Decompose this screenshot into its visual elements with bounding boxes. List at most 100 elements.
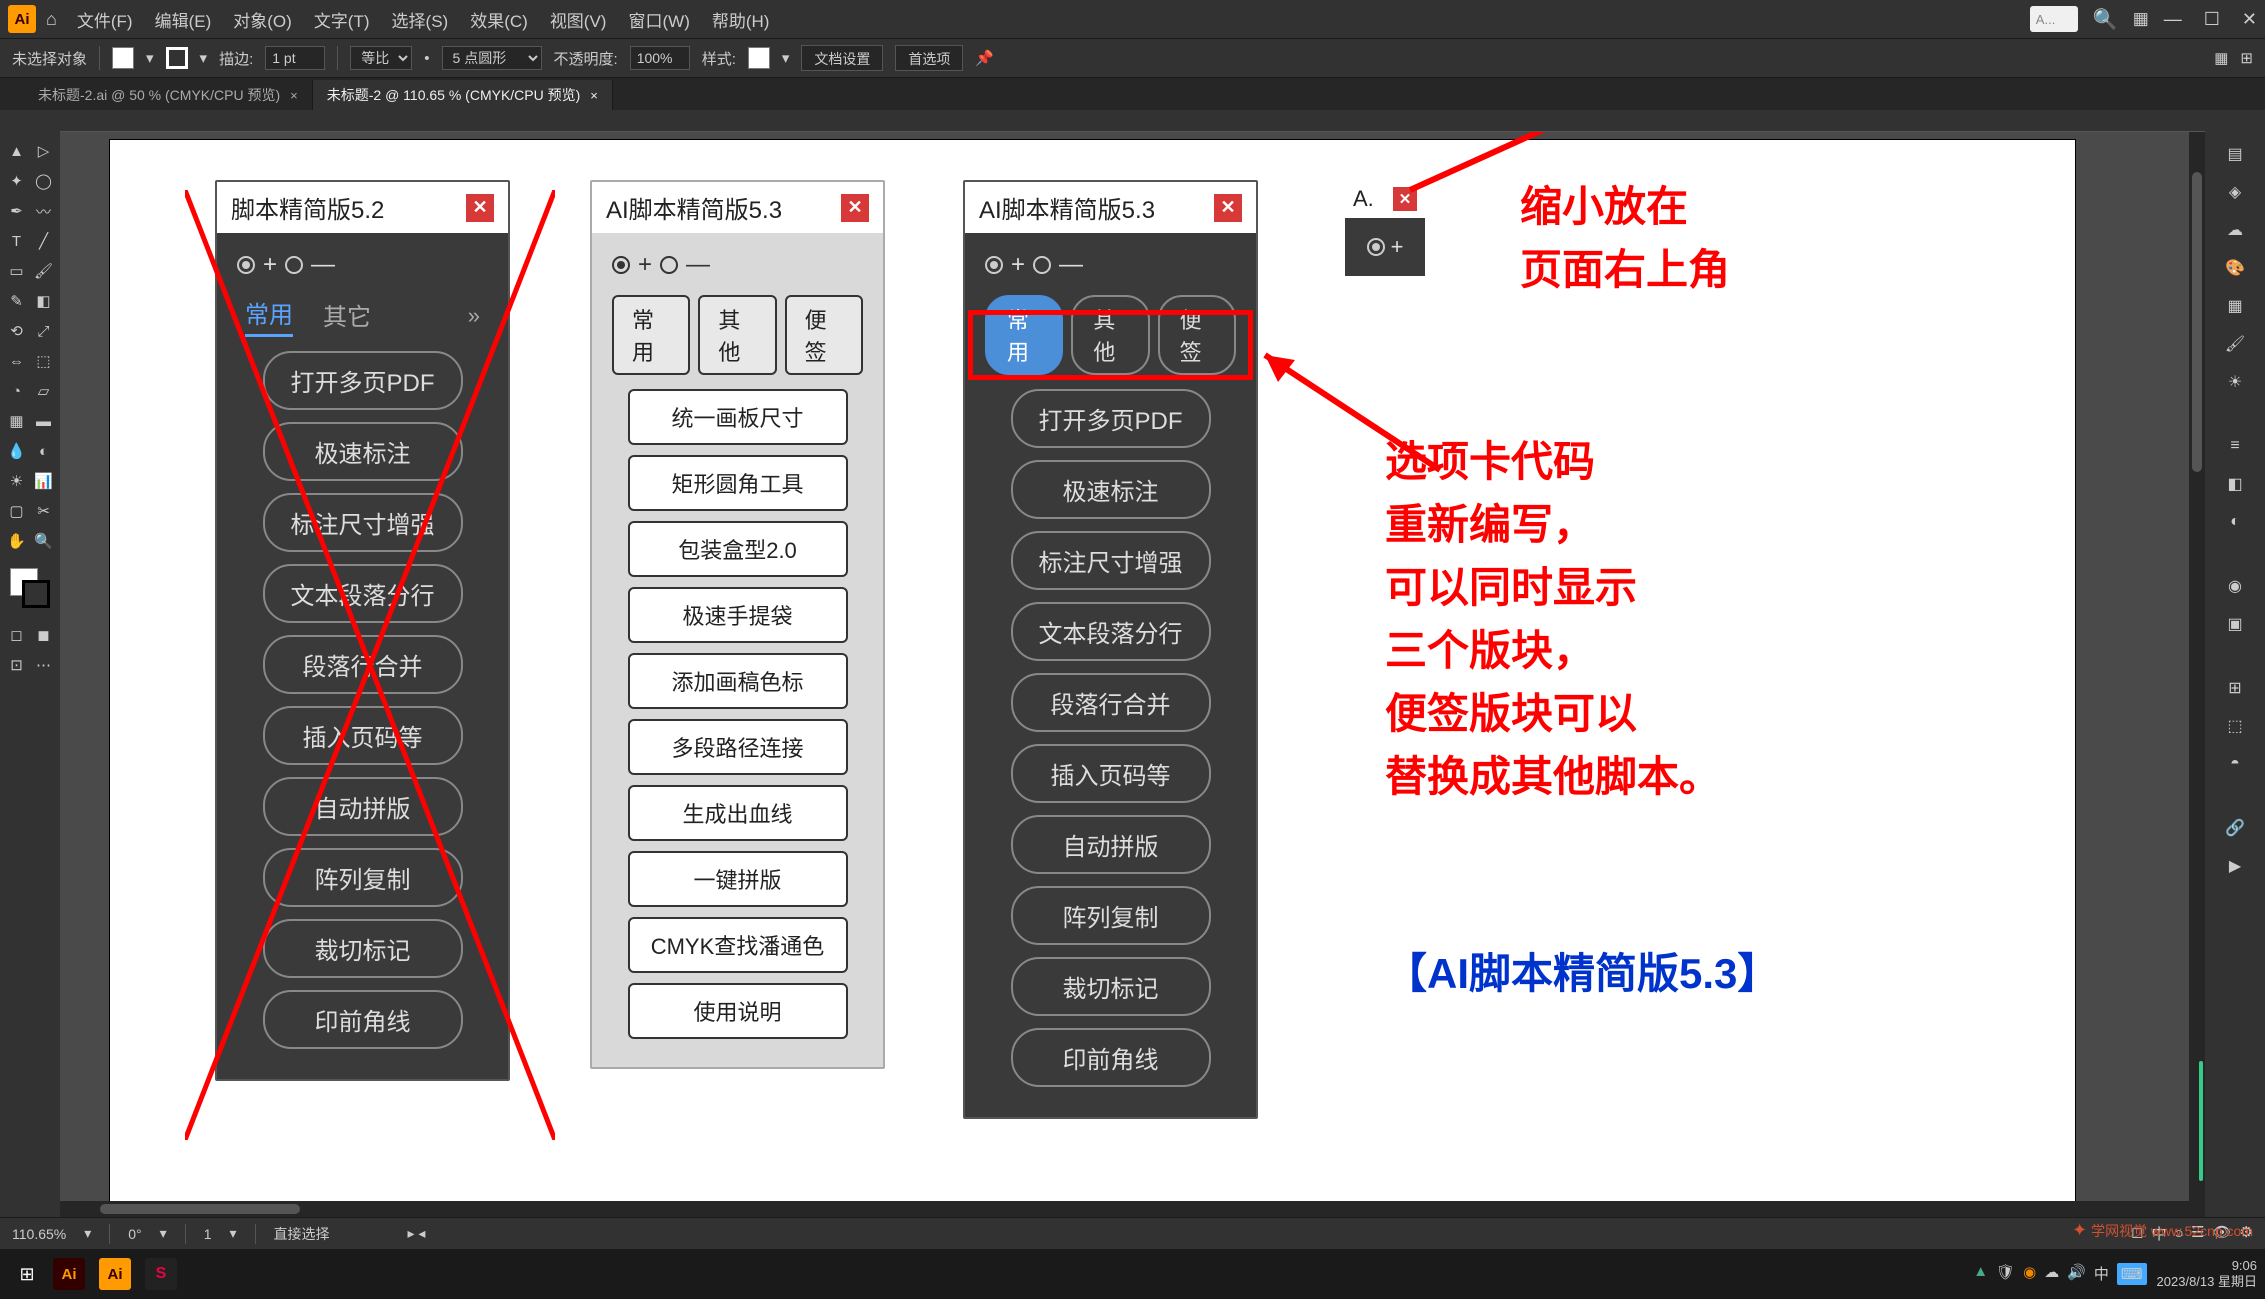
blend-tool[interactable]: ◐ <box>31 438 56 464</box>
shape-builder-tool[interactable]: ◔ <box>4 378 29 404</box>
eyedropper-tool[interactable]: 💧 <box>4 438 29 464</box>
task-app-3[interactable]: S <box>140 1253 182 1295</box>
panel-53d-btn-2[interactable]: 标注尺寸增强 <box>1011 531 1211 590</box>
menu-edit[interactable]: 编辑(E) <box>155 7 212 32</box>
panel-53l-btn-3[interactable]: 极速手提袋 <box>628 587 848 643</box>
layers-panel-icon[interactable]: ◈ <box>2219 176 2251 208</box>
minimize-icon[interactable]: — <box>2164 9 2182 30</box>
panel-53l-btn-6[interactable]: 生成出血线 <box>628 785 848 841</box>
panel-mini-close[interactable]: ✕ <box>1393 187 1417 211</box>
stroke-weight-input[interactable] <box>265 46 325 70</box>
perspective-tool[interactable]: ▱ <box>31 378 56 404</box>
doc-tab-2[interactable]: 未标题-2 @ 110.65 % (CMYK/CPU 预览) × <box>313 80 613 110</box>
tray-keyboard-icon[interactable]: ⌨ <box>2117 1263 2147 1285</box>
symbol-tool[interactable]: ☀ <box>4 468 29 494</box>
symbols-panel-icon[interactable]: ☀ <box>2219 366 2251 398</box>
home-icon[interactable]: ⌂ <box>46 9 57 30</box>
panel-53l-btn-0[interactable]: 统一画板尺寸 <box>628 389 848 445</box>
gradient-tool[interactable]: ▬ <box>31 408 56 434</box>
type-tool[interactable]: T <box>4 228 29 254</box>
arrange-icon[interactable]: ▦ <box>2133 9 2149 29</box>
menu-select[interactable]: 选择(S) <box>392 7 449 32</box>
line-tool[interactable]: ╱ <box>31 228 56 254</box>
mesh-tool[interactable]: ▦ <box>4 408 29 434</box>
tray-net-icon[interactable]: ◉ <box>2023 1263 2036 1285</box>
color-mode-2[interactable]: ◼ <box>31 622 56 648</box>
radio-checked-icon[interactable] <box>237 256 255 274</box>
color-panel-icon[interactable]: 🎨 <box>2219 252 2251 284</box>
radio-checked-icon[interactable] <box>612 256 630 274</box>
color-mode-1[interactable]: ◻ <box>4 622 29 648</box>
panel-53l-btn-2[interactable]: 包装盒型2.0 <box>628 521 848 577</box>
panel-53d-btn-6[interactable]: 自动拼版 <box>1011 815 1211 874</box>
panel-52-btn-8[interactable]: 裁切标记 <box>263 919 463 978</box>
system-tray[interactable]: ▲ 🛡 ◉ ☁ 🔊 中 ⌨ <box>1973 1263 2146 1285</box>
panel-53l-btn-9[interactable]: 使用说明 <box>628 983 848 1039</box>
width-tool[interactable]: ⇔ <box>4 348 29 374</box>
rotate-value[interactable]: 0° <box>128 1226 141 1242</box>
panel-53d-btn-4[interactable]: 段落行合并 <box>1011 673 1211 732</box>
tray-shield-icon[interactable]: 🛡 <box>1996 1263 2015 1285</box>
artboard-nav[interactable]: 1 <box>204 1226 212 1242</box>
panel-53-light-tab-1[interactable]: 常用 <box>612 295 690 375</box>
panel-52-btn-4[interactable]: 段落行合并 <box>263 635 463 694</box>
pathfinder-panel-icon[interactable]: ◓ <box>2219 748 2251 780</box>
task-ai-1[interactable]: Ai <box>48 1253 90 1295</box>
radio-mini-icon[interactable] <box>1367 238 1385 256</box>
rectangle-tool[interactable]: ▭ <box>4 258 29 284</box>
menu-window[interactable]: 窗口(W) <box>628 7 689 32</box>
panel-53d-btn-7[interactable]: 阵列复制 <box>1011 886 1211 945</box>
panel-52-tab-1[interactable]: 常用 <box>245 295 293 337</box>
panel-53l-btn-4[interactable]: 添加画稿色标 <box>628 653 848 709</box>
panel-52-btn-9[interactable]: 印前角线 <box>263 990 463 1049</box>
eraser-tool[interactable]: ◧ <box>31 288 56 314</box>
task-ai-2[interactable]: Ai <box>94 1253 136 1295</box>
uniform-select[interactable]: 等比 <box>350 46 412 70</box>
slice-tool[interactable]: ✂ <box>31 498 56 524</box>
panel-53-light-tab-3[interactable]: 便签 <box>785 295 863 375</box>
start-button[interactable]: ⊞ <box>8 1255 46 1293</box>
menu-effect[interactable]: 效果(C) <box>470 7 528 32</box>
panel-52-btn-0[interactable]: 打开多页PDF <box>263 351 463 410</box>
scrollbar-horizontal[interactable] <box>60 1201 2205 1217</box>
edit-toolbar[interactable]: ⋯ <box>31 652 56 678</box>
gradient-panel-icon[interactable]: ◧ <box>2219 468 2251 500</box>
radio-checked-icon[interactable] <box>985 256 1003 274</box>
artboard-tool[interactable]: ▢ <box>4 498 29 524</box>
taskbar-clock[interactable]: 9:06 2023/8/13 星期日 <box>2157 1258 2257 1289</box>
panel-52-btn-6[interactable]: 自动拼版 <box>263 777 463 836</box>
panel-53d-btn-3[interactable]: 文本段落分行 <box>1011 602 1211 661</box>
panel-52-btn-3[interactable]: 文本段落分行 <box>263 564 463 623</box>
maximize-icon[interactable]: ☐ <box>2204 9 2220 30</box>
graph-tool[interactable]: 📊 <box>31 468 56 494</box>
menu-file[interactable]: 文件(F) <box>77 7 133 32</box>
radio-unchecked-icon[interactable] <box>1033 256 1051 274</box>
radio-unchecked-icon[interactable] <box>660 256 678 274</box>
opacity-input[interactable] <box>630 46 690 70</box>
zoom-level[interactable]: 110.65% <box>12 1226 66 1242</box>
align-panel-icon[interactable]: ⊞ <box>2219 672 2251 704</box>
rotate-tool[interactable]: ⟲ <box>4 318 29 344</box>
panel-53d-btn-8[interactable]: 裁切标记 <box>1011 957 1211 1016</box>
close-tab-1-icon[interactable]: × <box>290 88 298 103</box>
panel-53d-btn-5[interactable]: 插入页码等 <box>1011 744 1211 803</box>
doc-setup-button[interactable]: 文档设置 <box>801 45 883 71</box>
panel-53d-btn-1[interactable]: 极速标注 <box>1011 460 1211 519</box>
panel-52-btn-2[interactable]: 标注尺寸增强 <box>263 493 463 552</box>
selection-tool[interactable]: ▲ <box>4 138 29 164</box>
panel-53l-btn-5[interactable]: 多段路径连接 <box>628 719 848 775</box>
tray-up-icon[interactable]: ▲ <box>1973 1263 1988 1285</box>
panel-52-btn-7[interactable]: 阵列复制 <box>263 848 463 907</box>
panel-52-tab-2[interactable]: 其它 <box>323 297 371 336</box>
links-panel-icon[interactable]: 🔗 <box>2219 812 2251 844</box>
style-swatch[interactable] <box>748 47 770 69</box>
tray-ime-label[interactable]: 中 <box>2094 1263 2109 1285</box>
stroke-panel-icon[interactable]: ≡ <box>2219 430 2251 462</box>
swatches-panel-icon[interactable]: ▦ <box>2219 290 2251 322</box>
direct-select-tool[interactable]: ▷ <box>31 138 56 164</box>
panel-52-btn-1[interactable]: 极速标注 <box>263 422 463 481</box>
tray-vol-icon[interactable]: 🔊 <box>2067 1263 2086 1285</box>
screen-mode[interactable]: ⊡ <box>4 652 29 678</box>
panel-53l-btn-7[interactable]: 一键拼版 <box>628 851 848 907</box>
menu-help[interactable]: 帮助(H) <box>712 7 770 32</box>
